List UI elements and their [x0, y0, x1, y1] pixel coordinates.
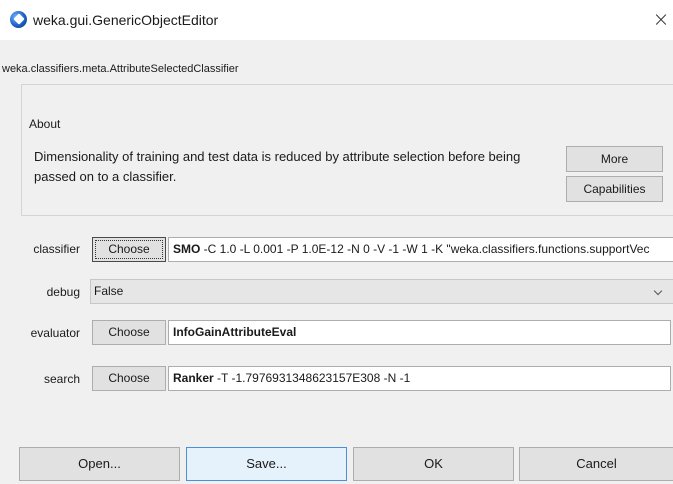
search-value-args: -T -1.7976931348623157E308 -N -1 [213, 371, 411, 385]
search-value-field[interactable]: Ranker -T -1.7976931348623157E308 -N -1 [168, 366, 671, 391]
save-button[interactable]: Save... [186, 447, 347, 481]
evaluator-choose-button[interactable]: Choose [92, 320, 166, 345]
debug-selected-value: False [94, 284, 124, 298]
about-label: About [27, 117, 63, 131]
classifier-value-name: SMO [173, 242, 201, 256]
classifier-value-args: -C 1.0 -L 0.001 -P 1.0E-12 -N 0 -V -1 -W… [200, 242, 650, 256]
more-button[interactable]: More [566, 146, 663, 172]
cancel-button[interactable]: Cancel [519, 447, 673, 481]
ok-button[interactable]: OK [353, 447, 514, 481]
evaluator-value-field[interactable]: InfoGainAttributeEval [168, 320, 671, 345]
object-class-name: weka.classifiers.meta.AttributeSelectedC… [2, 63, 239, 75]
classifier-value-field[interactable]: SMO -C 1.0 -L 0.001 -P 1.0E-12 -N 0 -V -… [168, 237, 673, 262]
classifier-choose-button[interactable]: Choose [92, 237, 166, 262]
evaluator-label: evaluator [30, 326, 80, 340]
search-value-name: Ranker [173, 371, 214, 385]
debug-label: debug [46, 285, 80, 299]
title-bar: weka.gui.GenericObjectEditor × [0, 0, 673, 40]
search-label: search [43, 372, 80, 386]
weka-bird-icon [10, 11, 27, 28]
evaluator-value-name: InfoGainAttributeEval [173, 325, 297, 339]
debug-dropdown[interactable]: False [90, 279, 673, 304]
chevron-down-icon [653, 286, 663, 296]
window-title: weka.gui.GenericObjectEditor [33, 12, 219, 28]
open-button[interactable]: Open... [19, 447, 180, 481]
search-choose-button[interactable]: Choose [92, 366, 166, 391]
capabilities-button[interactable]: Capabilities [566, 176, 663, 202]
about-text: Dimensionality of training and test data… [34, 149, 521, 184]
close-icon[interactable]: × [650, 8, 672, 30]
classifier-label: classifier [33, 242, 80, 256]
